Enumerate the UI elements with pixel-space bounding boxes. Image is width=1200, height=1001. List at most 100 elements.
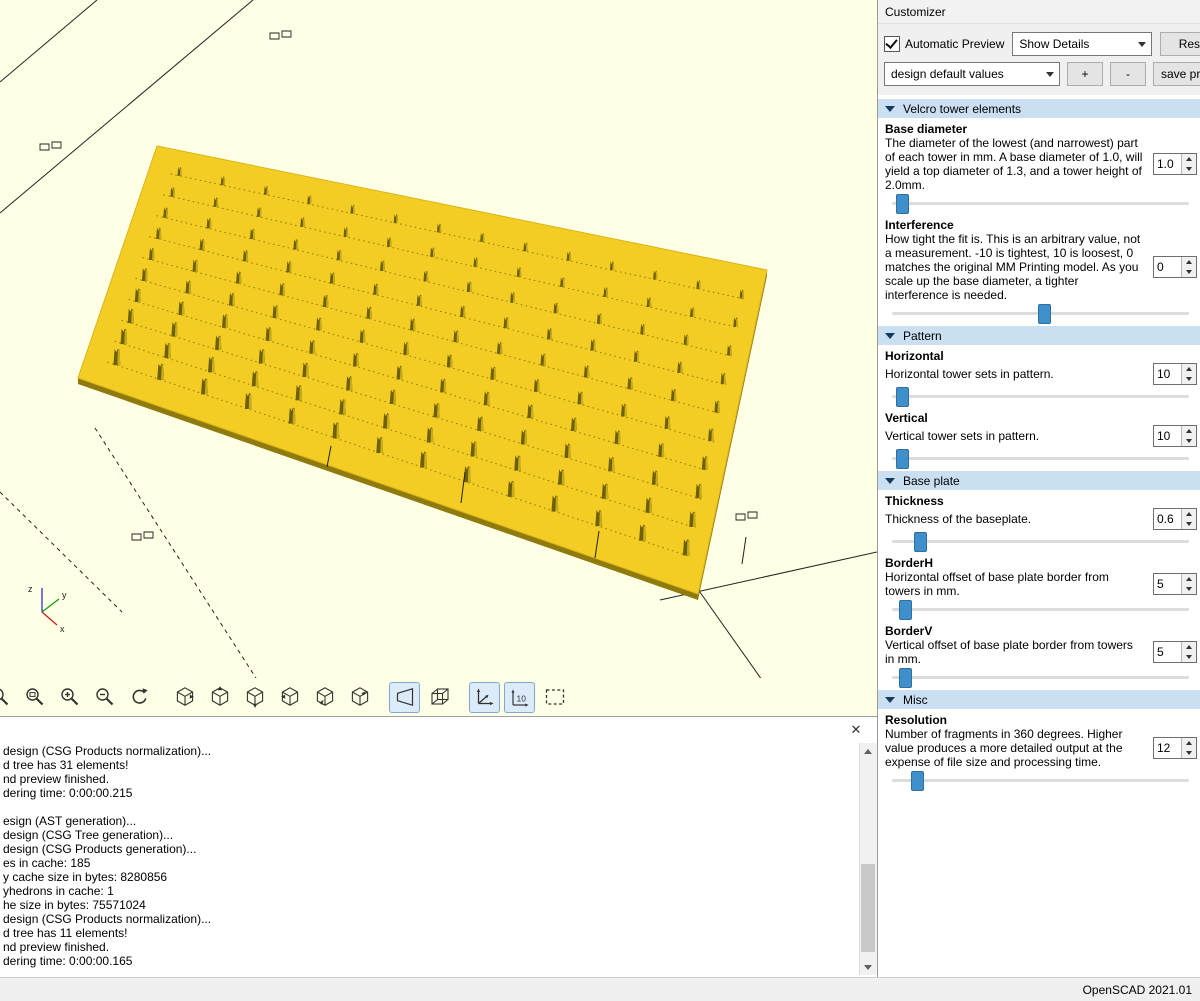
param-spinbox[interactable]: 10: [1153, 363, 1197, 385]
param-value[interactable]: 5: [1154, 574, 1181, 594]
save-preset-button[interactable]: save preset: [1153, 62, 1200, 86]
slider-groove[interactable]: [892, 457, 1189, 460]
toolbar-button-view-top[interactable]: [204, 682, 235, 713]
param-spinbox[interactable]: 0.6: [1153, 508, 1197, 530]
param-value[interactable]: 10: [1154, 426, 1181, 446]
remove-preset-button[interactable]: -: [1110, 62, 1146, 86]
reset-view-icon: [128, 685, 152, 709]
toolbar-button-view-right[interactable]: [169, 682, 200, 713]
toolbar-button-view-bottom[interactable]: [239, 682, 270, 713]
param-description: Vertical tower sets in pattern.: [885, 429, 1153, 443]
slider-groove[interactable]: [892, 608, 1189, 611]
param-spinbox[interactable]: 5: [1153, 573, 1197, 595]
reset-button[interactable]: Reset: [1160, 32, 1200, 56]
spin-up-button[interactable]: [1182, 574, 1196, 584]
param-spinbox[interactable]: 12: [1153, 737, 1197, 759]
param-value[interactable]: 5: [1154, 642, 1181, 662]
spin-down-button[interactable]: [1182, 652, 1196, 662]
slider-groove[interactable]: [892, 202, 1189, 205]
automatic-preview-checkbox[interactable]: [884, 36, 900, 52]
param-slider[interactable]: [892, 304, 1189, 322]
slider-handle[interactable]: [896, 387, 909, 407]
param-spinbox[interactable]: 5: [1153, 641, 1197, 663]
toolbar-button-reset-view[interactable]: [124, 682, 155, 713]
toolbar-button-view-perspective[interactable]: [389, 682, 420, 713]
slider-handle[interactable]: [899, 668, 912, 688]
param-slider[interactable]: [892, 449, 1189, 467]
spin-arrows: [1181, 154, 1196, 174]
spin-down-button[interactable]: [1182, 164, 1196, 174]
spin-arrows: [1181, 574, 1196, 594]
spin-up-icon: [1186, 741, 1192, 745]
spin-down-button[interactable]: [1182, 267, 1196, 277]
slider-handle[interactable]: [914, 532, 927, 552]
spin-down-button[interactable]: [1182, 748, 1196, 758]
spin-up-button[interactable]: [1182, 364, 1196, 374]
spin-down-button[interactable]: [1182, 436, 1196, 446]
slider-handle[interactable]: [899, 600, 912, 620]
toolbar-button-show-axes[interactable]: [469, 682, 500, 713]
spin-up-button[interactable]: [1182, 154, 1196, 164]
param-spinbox[interactable]: 10: [1153, 425, 1197, 447]
preset-dropdown[interactable]: design default values: [884, 62, 1060, 86]
slider-groove[interactable]: [892, 395, 1189, 398]
scroll-down-button[interactable]: [860, 959, 876, 975]
param-value[interactable]: 0: [1154, 257, 1181, 277]
param-spinbox[interactable]: 0: [1153, 256, 1197, 278]
spin-arrows: [1181, 738, 1196, 758]
toolbar-button-zoom-in[interactable]: [54, 682, 85, 713]
slider-handle[interactable]: [1038, 304, 1051, 324]
spin-up-button[interactable]: [1182, 257, 1196, 267]
scroll-down-icon: [864, 965, 872, 970]
toolbar-button-view-orthogonal[interactable]: [424, 682, 455, 713]
viewport-3d[interactable]: zyx: [0, 0, 877, 678]
console-close-button[interactable]: ✕: [847, 721, 865, 739]
param-value[interactable]: 10: [1154, 364, 1181, 384]
param-interference: InterferenceHow tight the fit is. This i…: [878, 214, 1200, 322]
param-value[interactable]: 12: [1154, 738, 1181, 758]
param-value[interactable]: 1.0: [1154, 154, 1181, 174]
preset-dropdown-value: design default values: [891, 67, 1004, 81]
toolbar-button-view-left[interactable]: [274, 682, 305, 713]
slider-groove[interactable]: [892, 676, 1189, 679]
scrollbar-thumb[interactable]: [861, 864, 875, 952]
spin-down-button[interactable]: [1182, 519, 1196, 529]
console-line: y cache size in bytes: 8280856: [3, 870, 855, 884]
toolbar-button-view-all[interactable]: [539, 682, 570, 713]
spin-up-button[interactable]: [1182, 426, 1196, 436]
group-header-misc[interactable]: Misc: [878, 690, 1200, 709]
console-scrollbar[interactable]: [859, 743, 877, 975]
scroll-up-button[interactable]: [860, 743, 876, 759]
viewport-canvas[interactable]: zyx: [0, 0, 877, 678]
spin-up-button[interactable]: [1182, 509, 1196, 519]
spin-down-button[interactable]: [1182, 374, 1196, 384]
slider-handle[interactable]: [911, 771, 924, 791]
add-preset-button[interactable]: +: [1067, 62, 1103, 86]
param-slider[interactable]: [892, 532, 1189, 550]
slider-handle[interactable]: [896, 449, 909, 469]
group-header-velcro-tower-elements[interactable]: Velcro tower elements: [878, 99, 1200, 118]
toolbar-button-zoom-all[interactable]: [19, 682, 50, 713]
spin-up-button[interactable]: [1182, 738, 1196, 748]
slider-groove[interactable]: [892, 540, 1189, 543]
spin-down-button[interactable]: [1182, 584, 1196, 594]
customizer-title: Customizer: [878, 0, 1200, 24]
param-slider[interactable]: [892, 771, 1189, 789]
toolbar-button-view-back[interactable]: [344, 682, 375, 713]
spin-up-button[interactable]: [1182, 642, 1196, 652]
param-slider[interactable]: [892, 387, 1189, 405]
toolbar-button-show-scale-markers[interactable]: 10: [504, 682, 535, 713]
param-spinbox[interactable]: 1.0: [1153, 153, 1197, 175]
toolbar-button-zoom-out[interactable]: [89, 682, 120, 713]
param-slider[interactable]: [892, 194, 1189, 212]
toolbar-button-zoom-window[interactable]: [0, 682, 15, 713]
slider-handle[interactable]: [896, 194, 909, 214]
param-slider[interactable]: [892, 668, 1189, 686]
param-slider[interactable]: [892, 600, 1189, 618]
details-dropdown[interactable]: Show Details: [1012, 32, 1152, 56]
group-header-base-plate[interactable]: Base plate: [878, 471, 1200, 490]
param-value[interactable]: 0.6: [1154, 509, 1181, 529]
slider-groove[interactable]: [892, 779, 1189, 782]
group-header-pattern[interactable]: Pattern: [878, 326, 1200, 345]
toolbar-button-view-front[interactable]: [309, 682, 340, 713]
